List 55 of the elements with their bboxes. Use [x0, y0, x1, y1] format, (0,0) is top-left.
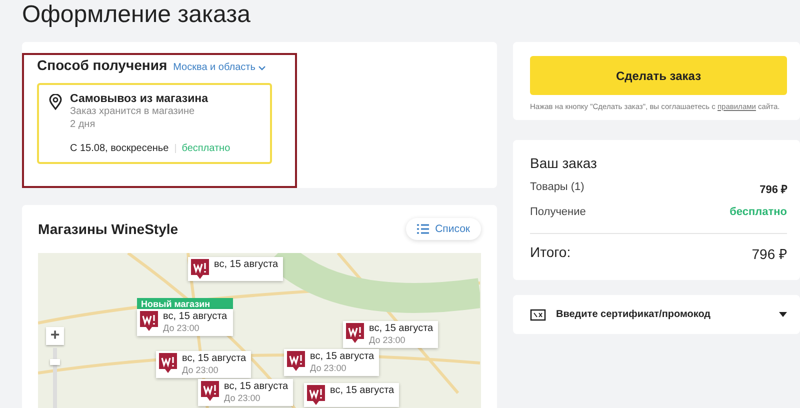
region-link[interactable]: Москва и область [173, 62, 266, 73]
marker-date: вс, 15 августа [369, 323, 434, 335]
store-marker[interactable]: вс, 15 августа [188, 257, 284, 281]
option-note: Заказ хранится в магазине [70, 105, 196, 118]
zoom-in-button[interactable]: + [46, 327, 64, 345]
marker-date: вс, 15 августа [182, 353, 246, 365]
caret-icon [779, 312, 787, 317]
delivery-option[interactable]: Самовывоз из магазина Заказ хранится в магазине 2 дня С 15.08, воскресенье бесплатно [37, 83, 272, 164]
new-store-badge: Новый магазин [137, 298, 233, 310]
location-pin-icon [49, 94, 62, 110]
option-term: 2 дня [70, 118, 96, 131]
store-logo-icon [346, 323, 364, 343]
marker-time: До 23:00 [310, 363, 348, 374]
summary-value: бесплатно [730, 206, 787, 220]
store-marker[interactable]: вс, 15 августа До 23:00 [137, 309, 233, 336]
store-logo-icon [307, 385, 325, 405]
store-marker[interactable]: вс, 15 августа До 23:00 [284, 349, 380, 376]
summary-label: Товары (1) [530, 181, 584, 195]
marker-time: До 23:00 [369, 335, 406, 346]
marker-date: вс, 15 августа [163, 311, 228, 323]
marker-time: До 23:00 [163, 323, 200, 334]
summary-title: Ваш заказ [530, 155, 598, 171]
list-button[interactable]: Список [406, 218, 481, 240]
marker-date: вс, 15 августа [214, 259, 278, 271]
zoom-slider-thumb[interactable] [50, 358, 60, 365]
marker-date: вс, 15 августа [310, 351, 374, 363]
total-value: 796 ₽ [752, 245, 787, 263]
place-order-button[interactable]: Сделать заказ [530, 56, 787, 95]
section-title: Магазины WineStyle [38, 221, 178, 237]
option-date: С 15.08, воскресенье [70, 143, 169, 154]
store-logo-icon [287, 351, 305, 371]
marker-time: До 23:00 [224, 393, 262, 404]
coupon-icon [530, 308, 546, 320]
store-logo-icon [201, 381, 219, 401]
chevron-icon [258, 64, 266, 70]
total-label: Итого: [530, 244, 571, 262]
store-logo-icon [140, 311, 158, 331]
store-marker[interactable]: вс, 15 августа До 23:00 [343, 321, 438, 348]
store-marker[interactable]: вс, 15 августа До 23:00 [156, 351, 252, 378]
store-logo-icon [191, 259, 209, 279]
map-placeholder[interactable]: + вс, 15 августа Новый магазин вс, 15 августа До 23:00 вс, 15 августа До 23:00 вс, 15 августа До 23:00 вс, 15 августа До 23:00 вс, 15 августа До 23:00 вс, 15 августа [38, 253, 481, 408]
summary-label: Получение [530, 206, 586, 220]
store-marker[interactable]: вс, 15 августа [304, 383, 400, 407]
promo-toggle[interactable]: Введите сертификат/промокод [513, 295, 800, 334]
page-title: Оформление заказа [22, 0, 252, 30]
store-logo-icon [159, 353, 177, 373]
marker-date: вс, 15 августа [224, 381, 288, 393]
summary-value: 796 ₽ [760, 183, 787, 198]
list-icon [417, 224, 430, 234]
option-title: Самовывоз из магазина [70, 93, 209, 105]
option-price: бесплатно [182, 143, 230, 154]
marker-date: вс, 15 августа [330, 385, 394, 397]
marker-time: До 23:00 [182, 365, 220, 376]
section-title: Способ получения [37, 57, 168, 73]
store-marker[interactable]: вс, 15 августа До 23:00 [198, 379, 294, 406]
